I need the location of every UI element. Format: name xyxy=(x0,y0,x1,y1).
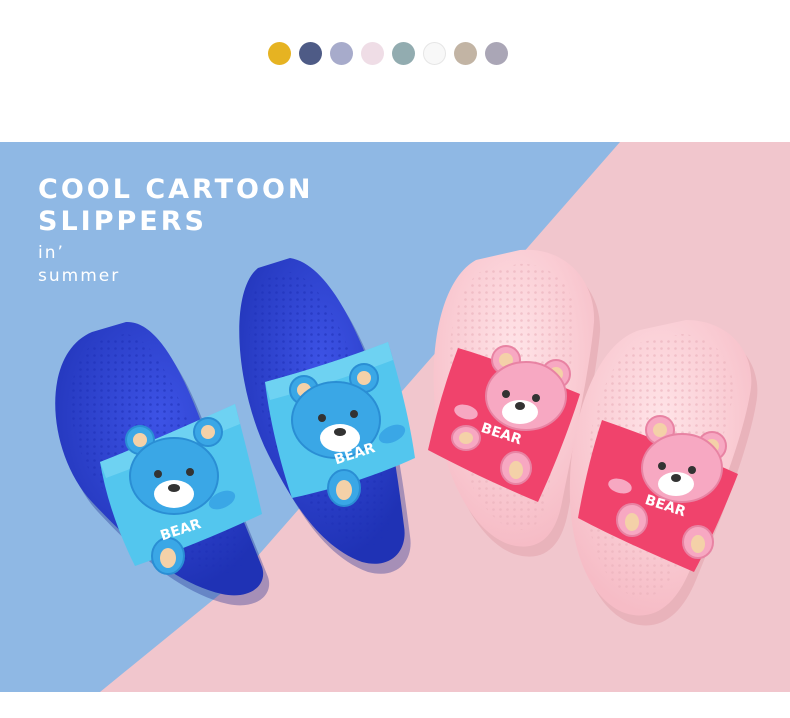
color-swatch-blush[interactable] xyxy=(361,42,384,65)
banner-sub-line-1: in’ xyxy=(38,243,65,263)
headline-line-1: COOL CARTOON xyxy=(38,174,314,205)
headline-line-2: SLIPPERS xyxy=(38,206,207,237)
color-swatch-row xyxy=(268,42,508,66)
color-swatch-lavender-gray[interactable] xyxy=(485,42,508,65)
color-swatch-navy[interactable] xyxy=(299,42,322,65)
banner-sub-line-2: summer xyxy=(38,266,121,286)
color-swatch-mustard[interactable] xyxy=(268,42,291,65)
color-swatch-periwinkle[interactable] xyxy=(330,42,353,65)
color-swatch-sage-blue[interactable] xyxy=(392,42,415,65)
banner-headline: COOL CARTOON SLIPPERS xyxy=(38,174,314,238)
color-swatch-taupe[interactable] xyxy=(454,42,477,65)
color-swatch-white[interactable] xyxy=(423,42,446,65)
